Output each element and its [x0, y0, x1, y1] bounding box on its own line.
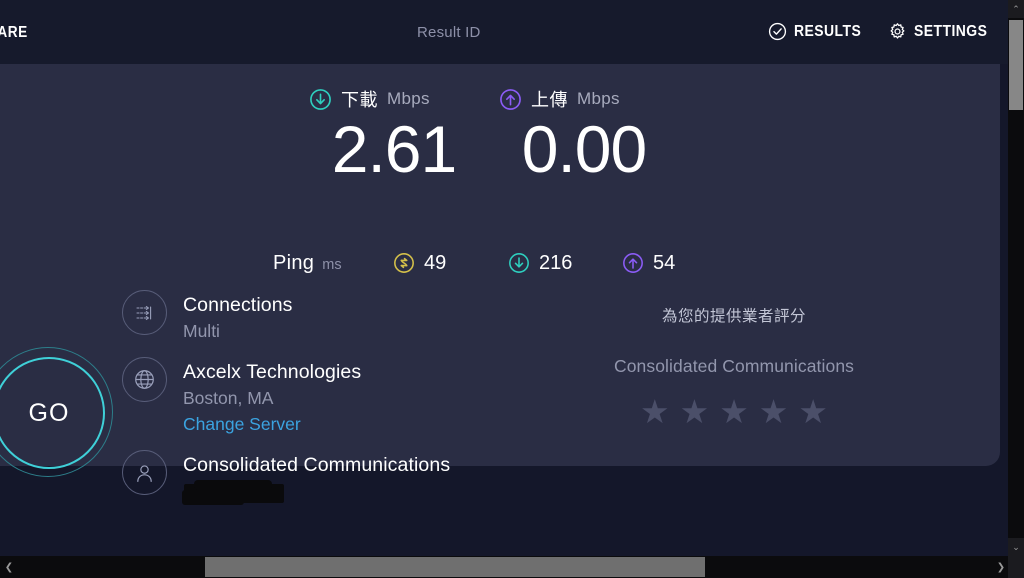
star-rating[interactable]: ★ ★ ★ ★ ★ [564, 395, 904, 428]
connections-text: Connections Multi [183, 290, 293, 344]
star-4[interactable]: ★ [759, 395, 789, 428]
vertical-scrollbar-thumb[interactable] [1009, 20, 1023, 110]
provider-rating: 為您的提供業者評分 Consolidated Communications ★ … [564, 304, 904, 428]
download-header: 下載 Mbps [309, 86, 479, 112]
results-label: RESULTS [793, 22, 862, 40]
rating-provider-name: Consolidated Communications [613, 356, 855, 376]
ping-download-value: 216 [539, 251, 573, 274]
result-panel: 下載 Mbps 2.61 上傳 Mbps 0.00 Ping ms 49 216… [0, 64, 1000, 505]
multi-connection-icon [122, 290, 167, 335]
download-arrow-icon [309, 88, 332, 111]
download-speed-block: 下載 Mbps 2.61 [309, 86, 479, 186]
scrollbar-corner [1008, 556, 1024, 578]
star-3[interactable]: ★ [719, 395, 749, 428]
connection-info-list: Connections Multi Axcelx Technologies Bo… [122, 290, 542, 516]
star-1[interactable]: ★ [640, 395, 670, 428]
connections-title: Connections [183, 294, 293, 316]
scroll-down-arrow-icon[interactable]: ⌄ [1008, 538, 1024, 556]
upload-value: 0.00 [521, 112, 647, 186]
star-2[interactable]: ★ [680, 395, 710, 428]
change-server-link[interactable]: Change Server [183, 411, 361, 437]
upload-header: 上傳 Mbps [499, 86, 669, 112]
settings-button[interactable]: SETTINGS [888, 22, 996, 41]
scroll-up-arrow-icon[interactable]: ⌃ [1008, 0, 1024, 18]
star-5[interactable]: ★ [798, 395, 828, 428]
server-name: Axcelx Technologies [183, 361, 362, 383]
upload-arrow-icon [622, 252, 644, 274]
isp-name: Consolidated Communications [183, 454, 451, 476]
redacted-ip-address [182, 480, 284, 505]
rating-prompt: 為您的提供業者評分 [661, 307, 806, 325]
check-circle-icon [768, 22, 787, 41]
settings-label: SETTINGS [914, 22, 988, 40]
results-button[interactable]: RESULTS [768, 22, 869, 41]
download-value: 2.61 [331, 112, 457, 186]
ping-label: Ping [273, 251, 315, 274]
gear-icon [888, 22, 907, 41]
scroll-left-arrow-icon[interactable]: ❮ [0, 556, 18, 578]
ping-row: Ping ms 49 216 54 [0, 249, 1000, 277]
connections-row: Connections Multi [122, 290, 542, 344]
download-arrow-icon [508, 252, 530, 274]
share-button[interactable]: HARE [0, 24, 28, 42]
download-label: 下載 [341, 90, 378, 111]
ping-upload-value: 54 [653, 251, 676, 274]
ping-upload-stat: 54 [622, 252, 675, 275]
download-unit: Mbps [387, 89, 430, 108]
person-icon [122, 450, 167, 495]
go-button[interactable]: GO [0, 347, 127, 477]
upload-unit: Mbps [577, 89, 620, 108]
server-row: Axcelx Technologies Boston, MA Change Se… [122, 357, 542, 437]
isp-text: Consolidated Communications [182, 450, 451, 505]
horizontal-scrollbar-thumb[interactable] [205, 557, 705, 577]
upload-label: 上傳 [531, 90, 568, 111]
horizontal-scrollbar[interactable]: ❮ ❯ [0, 556, 1024, 578]
share-label: HARE [0, 24, 28, 41]
upload-arrow-icon [499, 88, 522, 111]
go-label: GO [28, 398, 70, 427]
ping-download-stat: 216 [508, 252, 572, 275]
ping-unit: ms [322, 256, 342, 273]
page-viewport: HARE Result ID RESULTS [0, 0, 1008, 556]
app-header: HARE Result ID RESULTS [0, 0, 1008, 64]
result-id-label: Result ID [417, 24, 481, 41]
vertical-scrollbar[interactable]: ⌃ ⌄ [1008, 0, 1024, 578]
connections-subtitle: Multi [183, 321, 220, 341]
isp-row: Consolidated Communications [122, 450, 542, 505]
ping-idle-value: 49 [424, 251, 447, 274]
header-actions: RESULTS SETTINGS [768, 22, 996, 41]
server-location: Boston, MA [183, 388, 274, 408]
ping-idle-stat: 49 [393, 252, 446, 275]
server-text: Axcelx Technologies Boston, MA Change Se… [183, 357, 361, 437]
app-window: HARE Result ID RESULTS [0, 0, 1024, 578]
upload-speed-block: 上傳 Mbps 0.00 [499, 86, 669, 186]
idle-latency-icon [393, 252, 415, 274]
ping-label-group: Ping ms [273, 252, 342, 275]
globe-icon [122, 357, 167, 402]
